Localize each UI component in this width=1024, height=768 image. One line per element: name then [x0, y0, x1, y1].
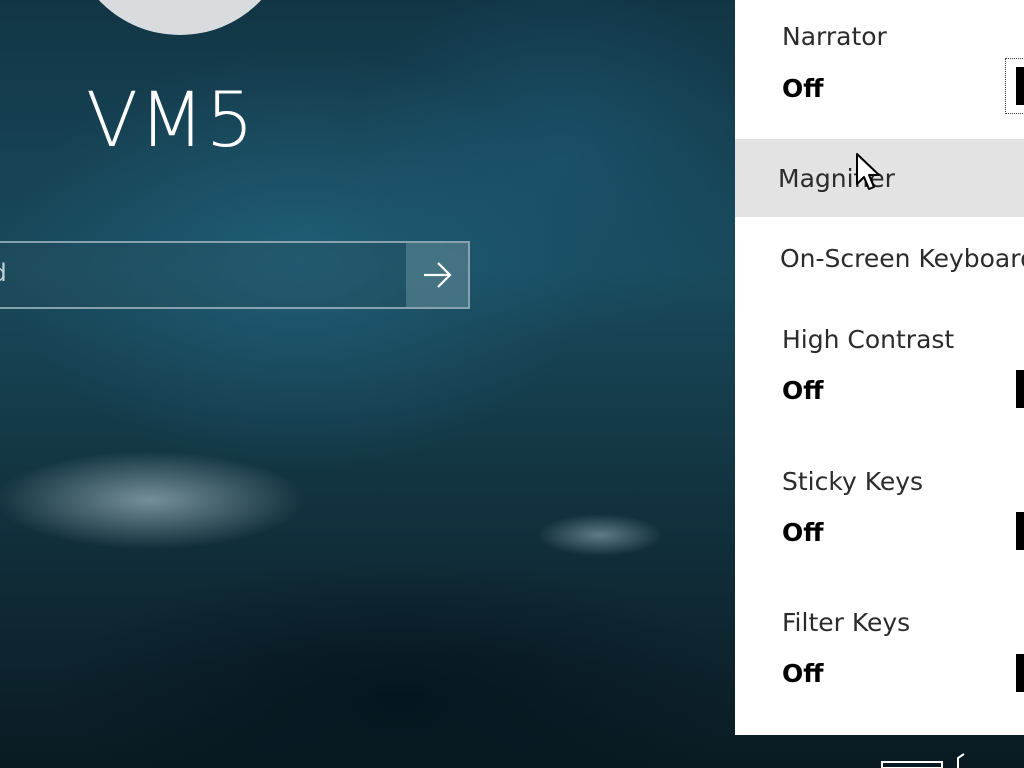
- filter-keys-toggle[interactable]: [1016, 654, 1024, 692]
- menu-item-high-contrast[interactable]: High Contrast Off: [735, 300, 1024, 442]
- password-box[interactable]: rd: [0, 241, 470, 309]
- menu-item-on-screen-keyboard[interactable]: On-Screen Keyboard: [735, 218, 1024, 300]
- narrator-state: Off: [782, 74, 824, 103]
- sticky-keys-label: Sticky Keys: [782, 467, 924, 496]
- ease-of-access-menu: Narrator Off Magnifier On-Screen Keyboar…: [735, 0, 1024, 735]
- narrator-toggle[interactable]: [1016, 67, 1024, 105]
- on-screen-keyboard-label: On-Screen Keyboard: [780, 244, 1024, 273]
- menu-item-filter-keys[interactable]: Filter Keys Off: [735, 584, 1024, 735]
- menu-item-sticky-keys[interactable]: Sticky Keys Off: [735, 442, 1024, 584]
- arrow-right-icon: [424, 262, 452, 288]
- system-tray-icons: [881, 753, 965, 768]
- high-contrast-toggle[interactable]: [1016, 370, 1024, 408]
- filter-keys-state: Off: [782, 659, 824, 688]
- filter-keys-label: Filter Keys: [782, 608, 911, 637]
- sticky-keys-toggle[interactable]: [1016, 512, 1024, 550]
- username-label: VM5: [86, 75, 255, 164]
- high-contrast-label: High Contrast: [782, 325, 955, 354]
- password-input[interactable]: rd: [0, 259, 7, 287]
- high-contrast-state: Off: [782, 376, 824, 405]
- menu-item-narrator[interactable]: Narrator Off: [735, 0, 1024, 138]
- narrator-label: Narrator: [782, 22, 887, 51]
- submit-button[interactable]: [406, 243, 468, 307]
- mouse-cursor-icon: [856, 153, 880, 190]
- lock-screen: VM5 rd Narrator Off Magnifier On-Screen …: [0, 0, 1024, 768]
- sticky-keys-state: Off: [782, 518, 824, 547]
